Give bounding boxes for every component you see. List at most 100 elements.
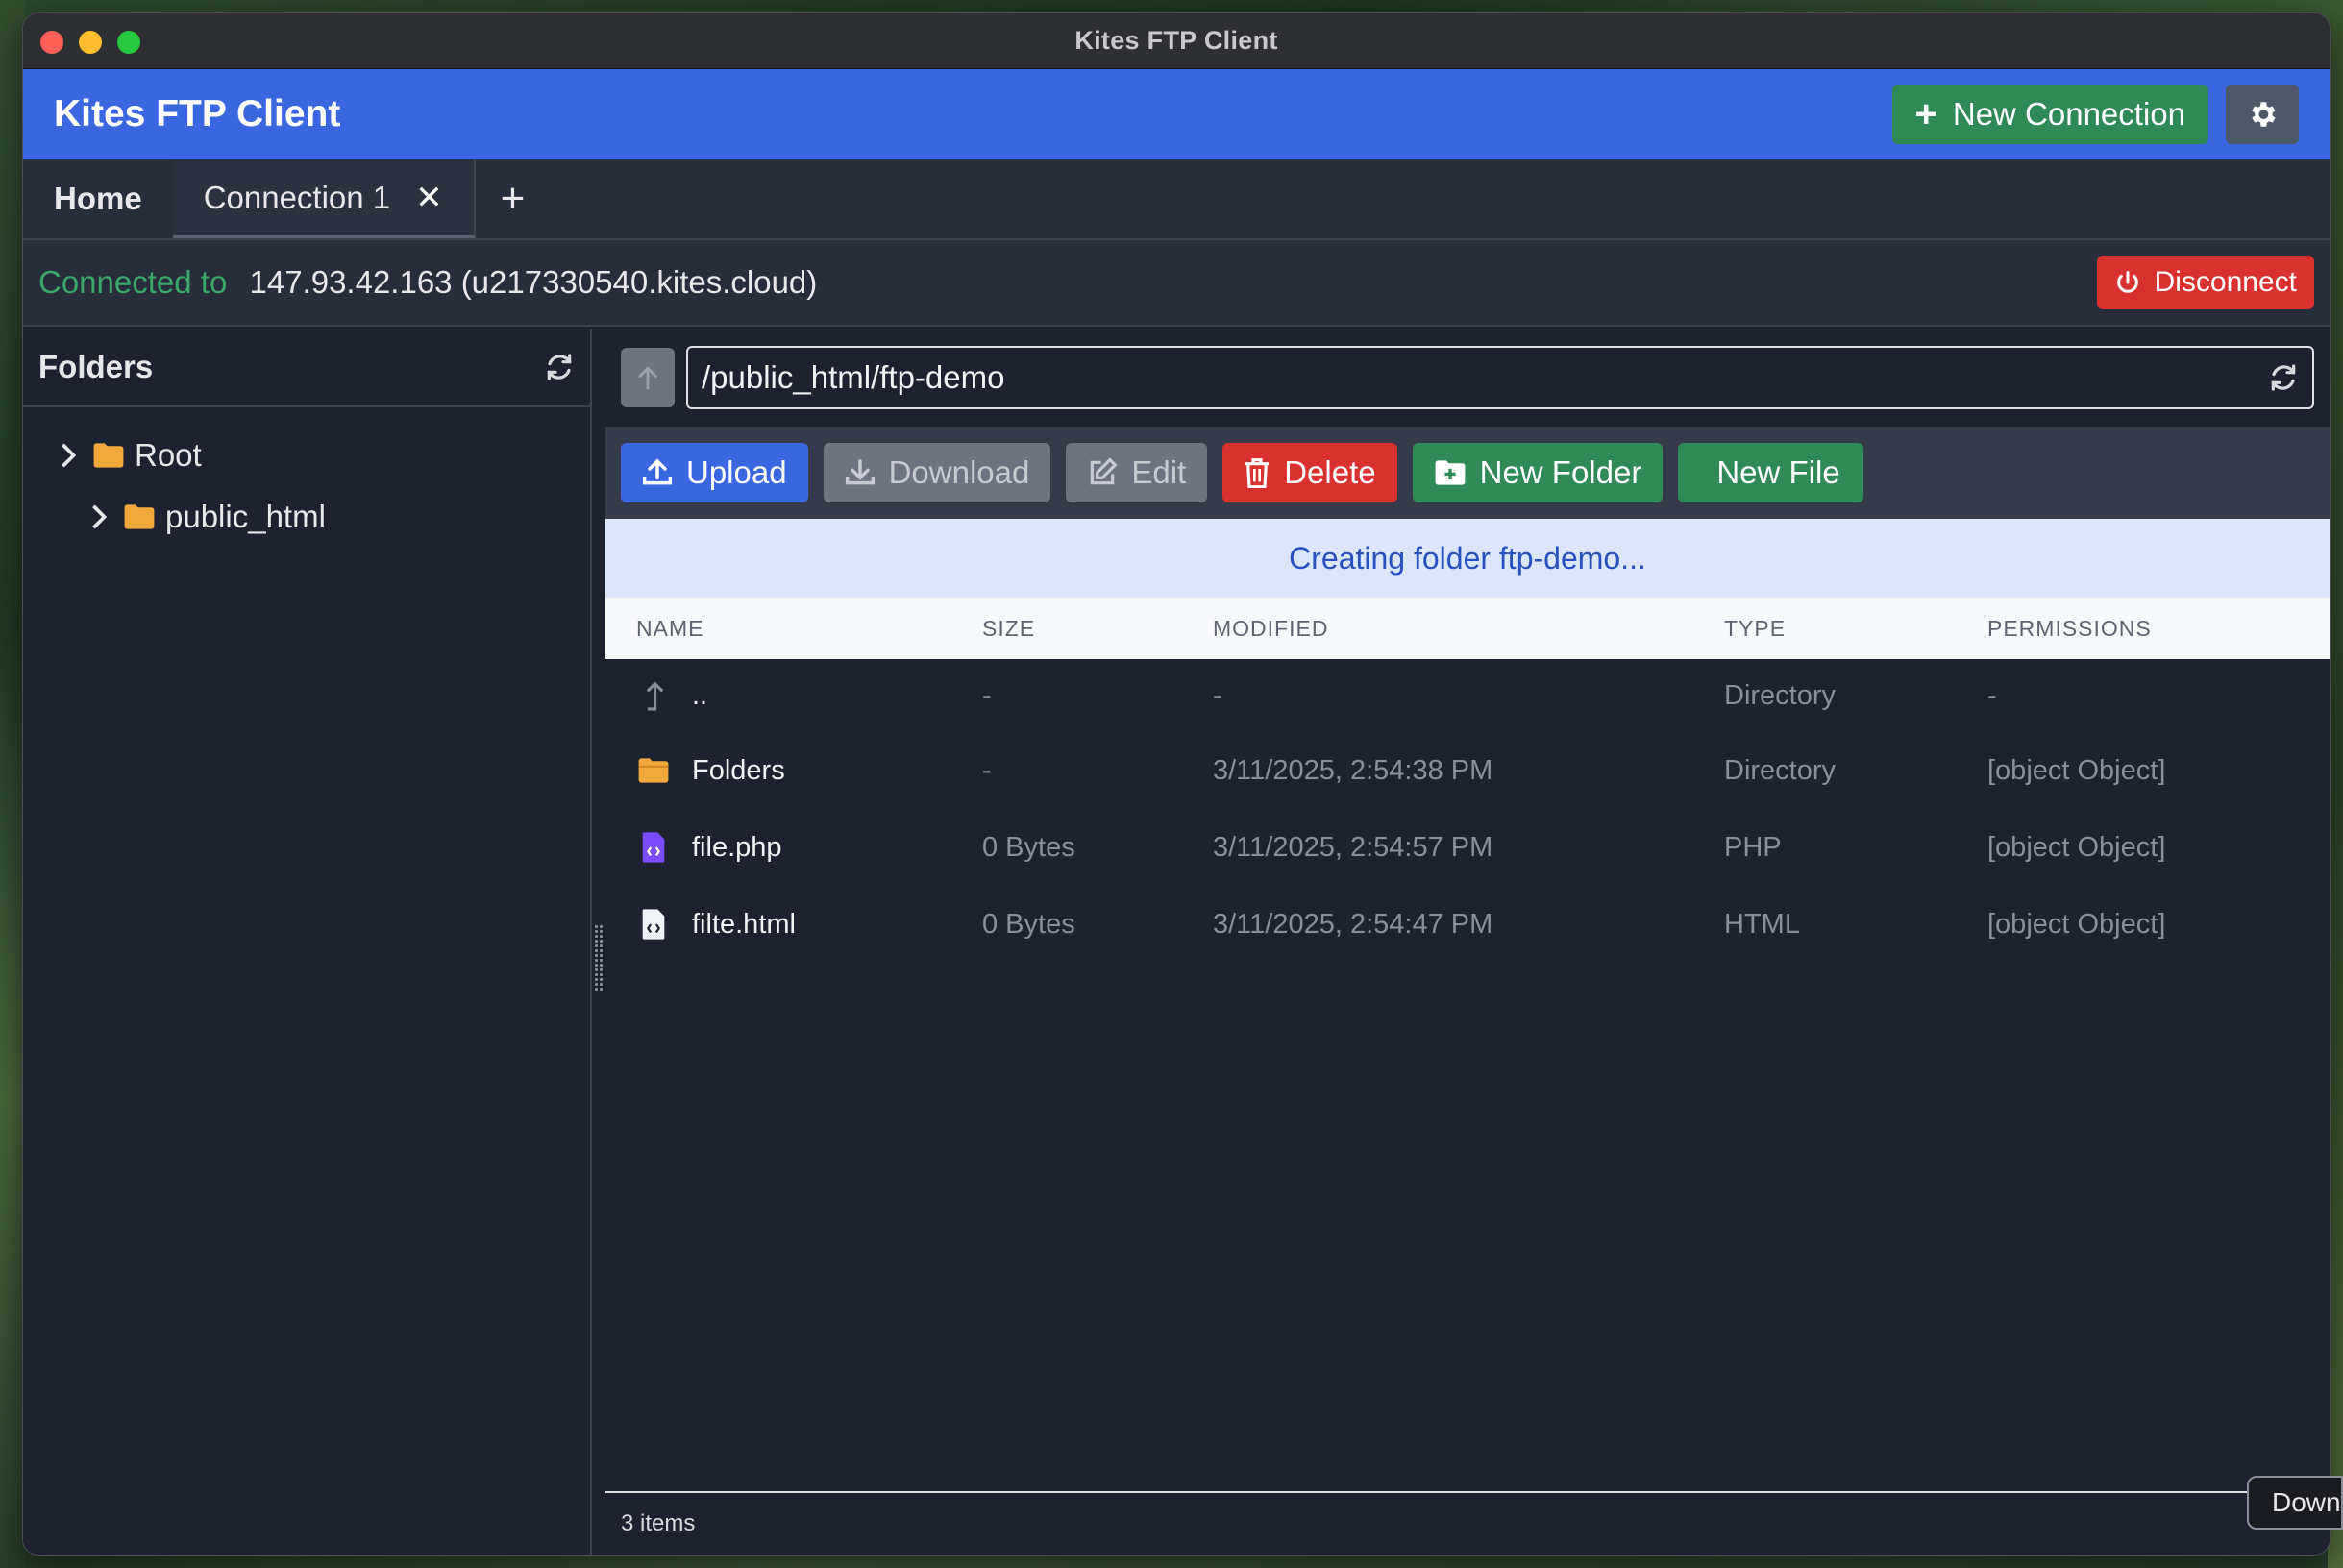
desktop-background-right bbox=[2328, 0, 2343, 1568]
path-input[interactable] bbox=[702, 359, 2139, 396]
upload-label: Upload bbox=[686, 454, 787, 490]
file-modified: 3/11/2025, 2:54:38 PM bbox=[1213, 754, 1493, 786]
tab-bar: Home Connection 1 ✕ + bbox=[23, 159, 2330, 240]
edit-icon bbox=[1091, 457, 1118, 485]
app-header: Kites FTP Client + New Connection bbox=[23, 69, 2330, 159]
parent-directory-button[interactable] bbox=[621, 348, 675, 407]
column-header-permissions[interactable]: PERMISSIONS bbox=[1987, 616, 2330, 642]
gear-icon bbox=[2252, 102, 2276, 127]
status-banner: Creating folder ftp-demo... bbox=[605, 519, 2330, 598]
download-tooltip: Downlo bbox=[2247, 1476, 2343, 1530]
tree-item-root[interactable]: Root bbox=[23, 425, 590, 486]
path-field[interactable] bbox=[686, 346, 2314, 409]
file-type: PHP bbox=[1724, 831, 1782, 863]
refresh-icon[interactable] bbox=[2268, 362, 2299, 393]
column-header-name[interactable]: NAME bbox=[636, 616, 982, 642]
sidebar-resize-handle[interactable] bbox=[594, 924, 604, 992]
tab-connection-1[interactable]: Connection 1 ✕ bbox=[172, 159, 476, 238]
download-icon bbox=[845, 459, 875, 485]
file-permissions: [object Object] bbox=[1987, 831, 2166, 863]
table-row[interactable]: .. - - Directory - bbox=[605, 659, 2330, 732]
tree-item-label: Root bbox=[135, 437, 202, 473]
app-brand: Kites FTP Client bbox=[54, 93, 341, 135]
chevron-right-icon[interactable] bbox=[54, 442, 83, 469]
tree-item-label: public_html bbox=[165, 499, 326, 534]
action-toolbar: Upload Download Edit Delete New Folder N… bbox=[605, 427, 2330, 519]
new-file-button[interactable]: New File bbox=[1678, 443, 1863, 502]
app-window: Kites FTP Client Kites FTP Client + New … bbox=[23, 13, 2330, 1555]
file-type: Directory bbox=[1724, 754, 1837, 786]
new-folder-label: New Folder bbox=[1479, 454, 1642, 490]
minimize-window-button[interactable] bbox=[79, 31, 102, 54]
folder-sidebar: Folders Root public_html bbox=[23, 329, 592, 1555]
file-name: filte.html bbox=[692, 908, 796, 940]
connected-label: Connected to bbox=[38, 264, 228, 300]
tab-label: Connection 1 bbox=[203, 179, 391, 215]
html-file-icon bbox=[636, 908, 671, 941]
file-size: 0 Bytes bbox=[982, 908, 1075, 940]
table-row[interactable]: Folders - 3/11/2025, 2:54:38 PM Director… bbox=[605, 732, 2330, 809]
upload-icon bbox=[642, 458, 673, 485]
edit-label: Edit bbox=[1131, 454, 1187, 490]
sidebar-title: Folders bbox=[38, 349, 154, 384]
download-button[interactable]: Download bbox=[823, 443, 1051, 502]
file-type: HTML bbox=[1724, 908, 1800, 940]
folder-plus-icon bbox=[1435, 460, 1466, 485]
table-row[interactable]: filte.html 0 Bytes 3/11/2025, 2:54:47 PM… bbox=[605, 886, 2330, 963]
power-icon bbox=[2116, 270, 2138, 293]
close-window-button[interactable] bbox=[40, 31, 63, 54]
window-title: Kites FTP Client bbox=[1074, 26, 1278, 55]
file-size: - bbox=[982, 754, 992, 786]
file-modified: - bbox=[1213, 679, 1222, 711]
disconnect-label: Disconnect bbox=[2154, 266, 2297, 298]
delete-label: Delete bbox=[1284, 454, 1376, 490]
connection-host: 147.93.42.163 (u217330540.kites.cloud) bbox=[249, 264, 818, 300]
file-permissions: [object Object] bbox=[1987, 908, 2166, 940]
file-modified: 3/11/2025, 2:54:57 PM bbox=[1213, 831, 1493, 863]
folder-tree: Root public_html bbox=[23, 407, 590, 548]
connection-status-bar: Connected to 147.93.42.163 (u217330540.k… bbox=[23, 240, 2330, 327]
disconnect-button[interactable]: Disconnect bbox=[2096, 256, 2314, 309]
plus-icon: + bbox=[1914, 93, 1937, 135]
php-file-icon bbox=[636, 831, 671, 864]
file-size: - bbox=[982, 679, 992, 711]
file-type: Directory bbox=[1724, 679, 1837, 711]
window-titlebar: Kites FTP Client bbox=[23, 13, 2330, 69]
file-permissions: [object Object] bbox=[1987, 754, 2166, 786]
edit-button[interactable]: Edit bbox=[1066, 443, 1208, 502]
tree-item-public-html[interactable]: public_html bbox=[23, 486, 590, 548]
folder-icon bbox=[124, 504, 155, 529]
new-connection-button[interactable]: + New Connection bbox=[1891, 85, 2208, 144]
new-file-label: New File bbox=[1716, 454, 1840, 490]
close-tab-icon[interactable]: ✕ bbox=[415, 179, 443, 217]
settings-button[interactable] bbox=[2226, 85, 2299, 144]
sidebar-header: Folders bbox=[23, 329, 590, 407]
new-connection-label: New Connection bbox=[1952, 96, 2185, 132]
file-modified: 3/11/2025, 2:54:47 PM bbox=[1213, 908, 1493, 940]
file-name: file.php bbox=[692, 831, 782, 863]
column-header-size[interactable]: SIZE bbox=[982, 616, 1213, 642]
add-tab-button[interactable]: + bbox=[476, 159, 551, 238]
file-permissions: - bbox=[1987, 679, 1997, 711]
folder-icon bbox=[93, 443, 124, 468]
file-list: .. - - Directory - Folders - 3/11/2025, … bbox=[605, 659, 2330, 963]
new-folder-button[interactable]: New Folder bbox=[1412, 443, 1664, 502]
arrow-up-icon bbox=[638, 366, 657, 390]
file-browser: Upload Download Edit bbox=[605, 329, 2330, 1555]
zoom-window-button[interactable] bbox=[117, 31, 140, 54]
window-controls bbox=[40, 31, 140, 54]
parent-dir-icon bbox=[636, 679, 671, 712]
table-header: NAME SIZE MODIFIED TYPE PERMISSIONS bbox=[605, 598, 2330, 659]
column-header-modified[interactable]: MODIFIED bbox=[1213, 616, 1724, 642]
trash-icon bbox=[1245, 458, 1270, 488]
upload-button[interactable]: Upload bbox=[621, 443, 808, 502]
chevron-right-icon[interactable] bbox=[85, 503, 113, 530]
desktop-background-left bbox=[0, 0, 25, 1568]
tab-home[interactable]: Home bbox=[23, 159, 173, 238]
table-row[interactable]: file.php 0 Bytes 3/11/2025, 2:54:57 PM P… bbox=[605, 809, 2330, 886]
download-label: Download bbox=[888, 454, 1030, 490]
refresh-icon[interactable] bbox=[544, 352, 575, 382]
item-count: 3 items bbox=[621, 1510, 696, 1536]
column-header-type[interactable]: TYPE bbox=[1724, 616, 1987, 642]
delete-button[interactable]: Delete bbox=[1222, 443, 1397, 502]
